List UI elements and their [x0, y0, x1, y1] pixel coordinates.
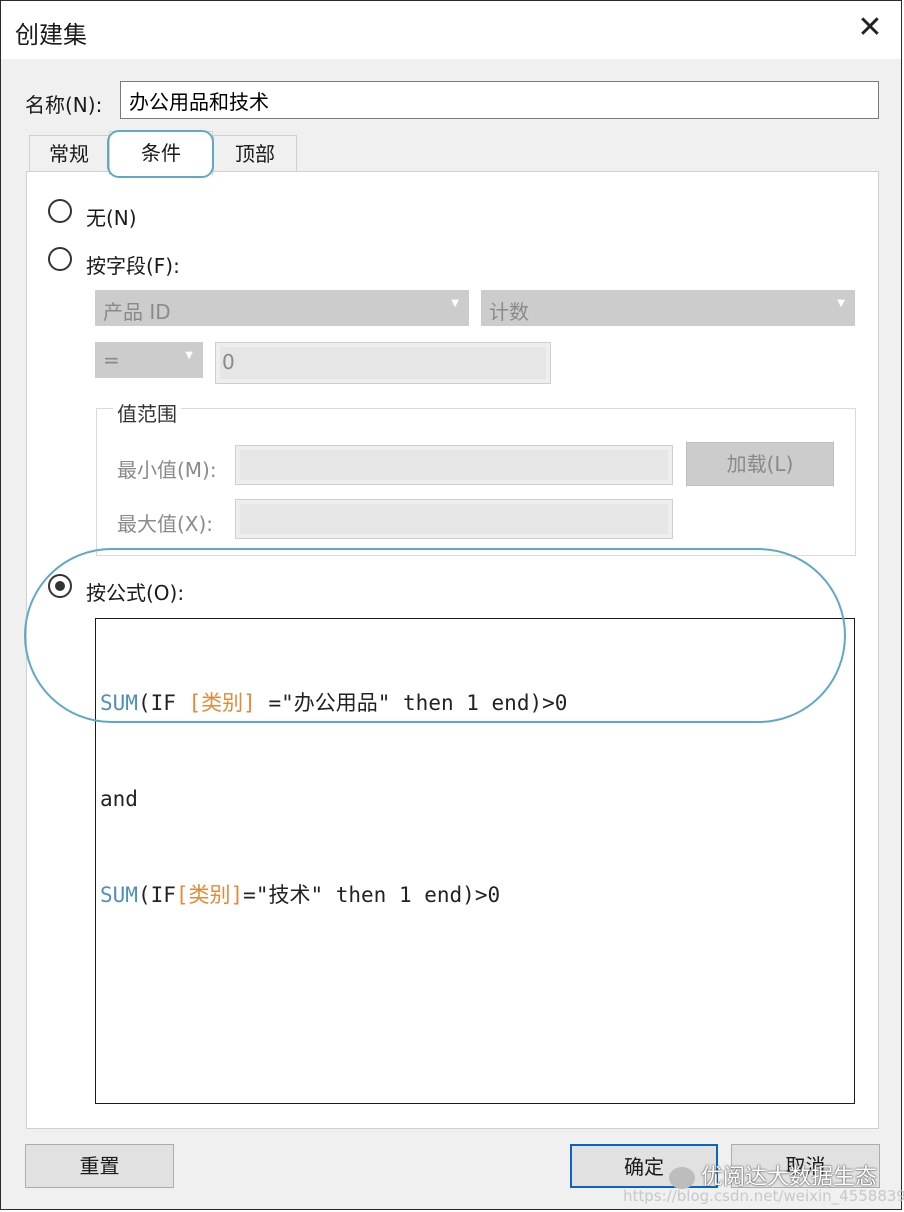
reset-button[interactable]: 重置 [25, 1144, 174, 1188]
formula-token: ="办公用品" then 1 end)>0 [255, 691, 568, 715]
formula-token: SUM [100, 691, 138, 715]
field-select-value: 产品 ID [103, 300, 171, 324]
formula-line-2: and [100, 783, 850, 815]
url-watermark: https://blog.csdn.net/weixin_45588393 [623, 1187, 904, 1205]
max-value-field [240, 504, 668, 534]
tab-condition[interactable]: 条件 [109, 131, 213, 175]
formula-token: ="技术" then 1 end)>0 [243, 883, 501, 907]
create-set-dialog: 创建集 ✕ 名称(N): 常规 条件 顶部 无(N) 按字段(F): 产品 ID… [0, 0, 904, 1210]
name-input[interactable] [120, 81, 879, 119]
min-value-label: 最小值(M): [117, 458, 217, 482]
load-button[interactable]: 加载(L) [686, 442, 834, 486]
formula-token: (IF [137, 883, 176, 907]
title-bar: 创建集 ✕ [1, 1, 901, 59]
formula-token: [类别] [175, 883, 244, 907]
radio-by-field[interactable] [48, 247, 72, 271]
operator-value-input[interactable]: 0 [215, 342, 551, 384]
formula-token: [类别] [188, 691, 256, 715]
aggregation-select-value: 计数 [489, 300, 529, 324]
formula-line-3: SUM(IF[类别]="技术" then 1 end)>0 [100, 879, 850, 911]
name-label: 名称(N): [25, 93, 103, 117]
chevron-down-icon: ▼ [451, 298, 459, 309]
max-value-input[interactable] [235, 499, 673, 539]
operator-value-field [220, 347, 546, 379]
formula-line-1: SUM(IF [类别] ="办公用品" then 1 end)>0 [100, 687, 850, 719]
min-value-input[interactable] [235, 445, 673, 485]
radio-by-formula-label: 按公式(O): [86, 581, 185, 605]
wechat-icon [669, 1167, 695, 1189]
tab-top[interactable]: 顶部 [213, 135, 297, 171]
max-value-label: 最大值(X): [117, 512, 214, 536]
formula-token: (IF [137, 691, 189, 715]
chevron-down-icon: ▼ [185, 350, 193, 361]
tab-general[interactable]: 常规 [29, 135, 109, 171]
operator-select[interactable]: = ▼ [95, 342, 203, 378]
condition-panel: 无(N) 按字段(F): 产品 ID ▼ 计数 ▼ = ▼ 0 值范围 最小值(… [26, 171, 879, 1129]
operator-value-text: 0 [222, 350, 235, 374]
aggregation-select[interactable]: 计数 ▼ [481, 290, 855, 326]
formula-token: SUM [100, 883, 138, 907]
radio-none[interactable] [48, 199, 72, 223]
operator-select-value: = [103, 348, 120, 372]
formula-editor[interactable]: SUM(IF [类别] ="办公用品" then 1 end)>0 and SU… [95, 618, 855, 1104]
close-icon[interactable]: ✕ [855, 13, 885, 43]
min-value-field [240, 450, 668, 480]
dialog-title: 创建集 [15, 21, 87, 49]
radio-by-field-label: 按字段(F): [86, 254, 180, 278]
value-range-title: 值范围 [113, 398, 181, 427]
chevron-down-icon: ▼ [837, 298, 845, 309]
formula-token: and [100, 787, 138, 811]
radio-by-formula[interactable] [48, 574, 72, 598]
radio-none-label: 无(N) [86, 206, 137, 230]
field-select[interactable]: 产品 ID ▼ [95, 290, 469, 326]
